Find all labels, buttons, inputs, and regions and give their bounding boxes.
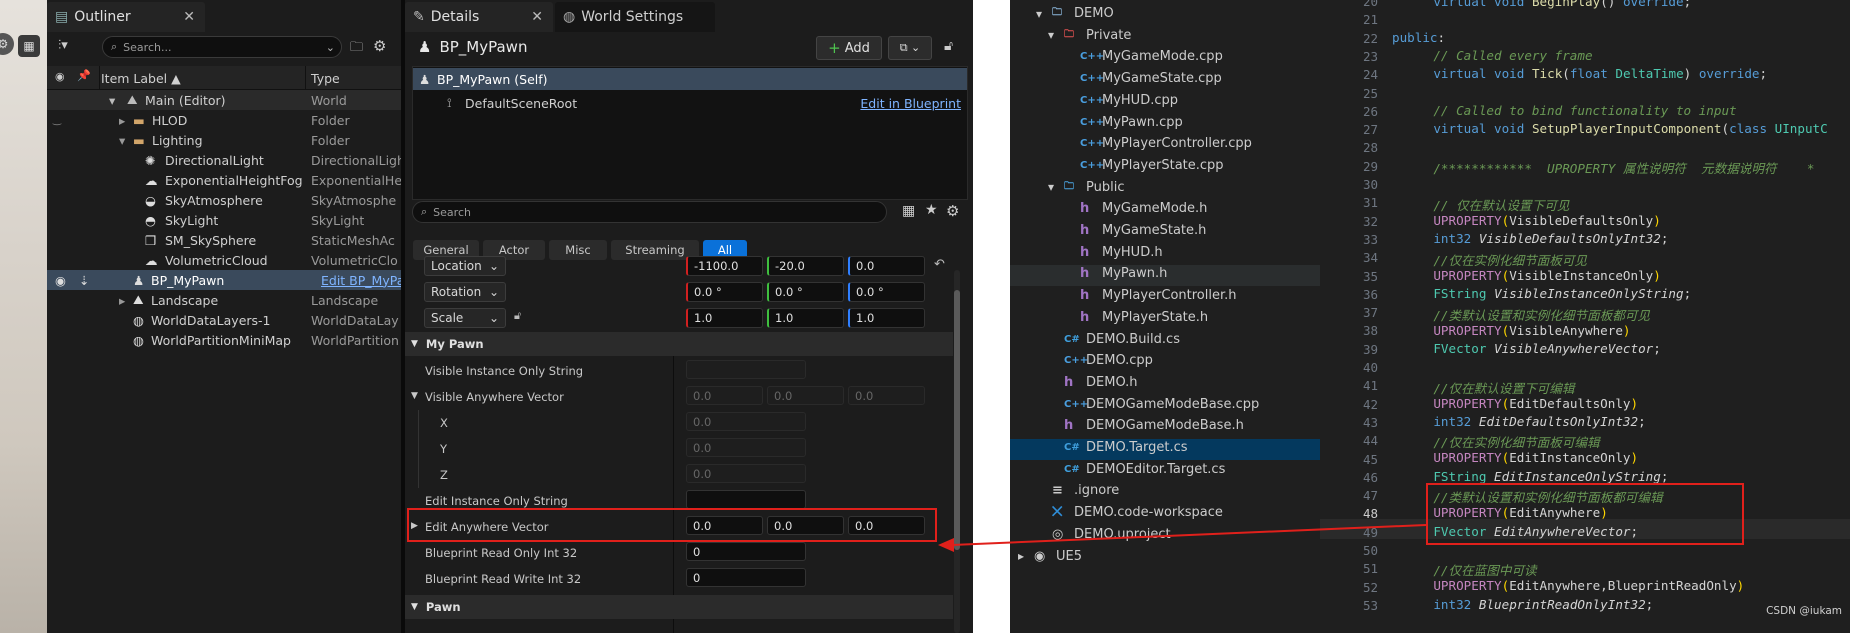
annotation-arrow [938,524,1427,552]
